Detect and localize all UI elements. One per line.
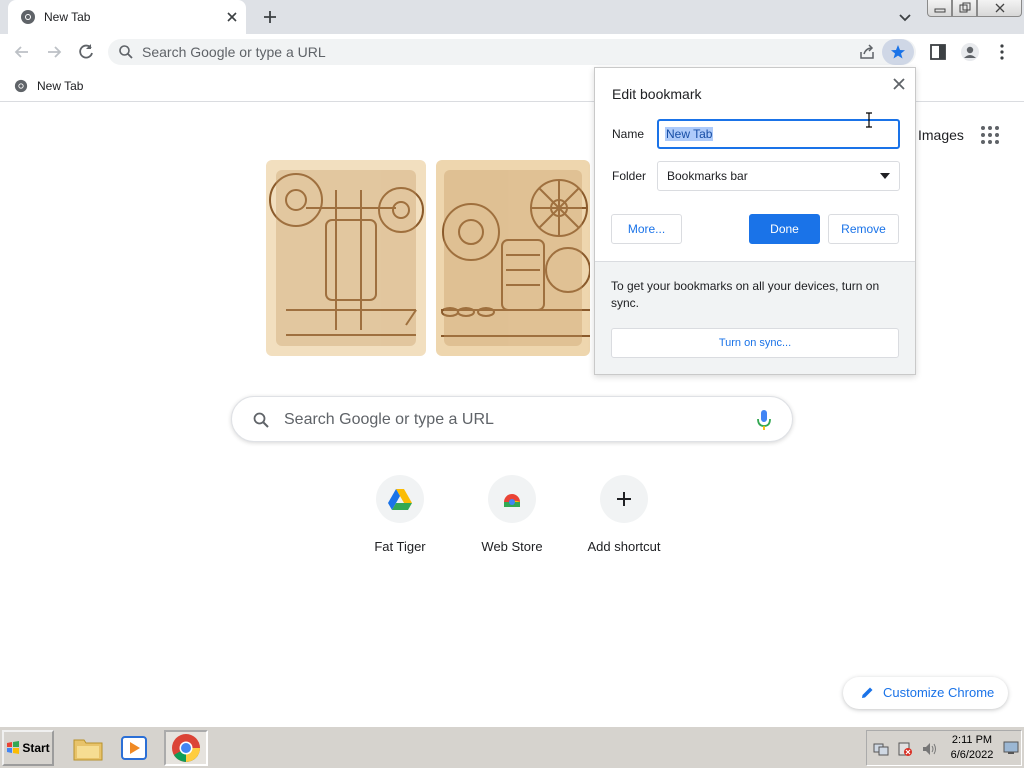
turn-on-sync-button[interactable]: Turn on sync...	[611, 328, 899, 358]
taskbar-file-explorer[interactable]	[66, 730, 110, 766]
taskbar-chrome[interactable]	[164, 730, 208, 766]
menu-kebab-icon[interactable]	[992, 42, 1012, 62]
sync-promo-text: To get your bookmarks on all your device…	[611, 279, 880, 310]
ntp-search-box[interactable]: Search Google or type a URL	[231, 396, 793, 442]
close-window-button[interactable]	[977, 0, 1022, 17]
system-tray: 2:11 PM 6/6/2022	[866, 730, 1022, 766]
volume-icon[interactable]	[921, 741, 937, 757]
bookmark-star-button[interactable]	[882, 39, 914, 65]
folder-icon	[73, 739, 103, 761]
share-icon[interactable]	[858, 43, 876, 61]
start-button[interactable]: Start	[2, 730, 54, 766]
shortcut-tile[interactable]: Web Store	[456, 475, 568, 565]
minimize-button[interactable]	[927, 0, 952, 17]
search-icon	[253, 412, 269, 428]
folder-select[interactable]: Bookmarks bar	[657, 161, 900, 191]
toolbar: Search Google or type a URL	[0, 34, 1024, 70]
folder-label: Folder	[612, 169, 647, 183]
minimize-icon	[934, 8, 945, 13]
reload-button[interactable]	[76, 42, 96, 62]
remove-button[interactable]: Remove	[828, 214, 899, 244]
shortcut-icon-circle	[600, 475, 648, 523]
forward-button[interactable]	[44, 42, 64, 62]
google-doodle[interactable]	[266, 160, 590, 356]
pencil-icon	[862, 687, 873, 698]
folder-value: Bookmarks bar	[667, 169, 748, 183]
shortcut-icon-circle	[376, 475, 424, 523]
security-alert-icon[interactable]	[897, 741, 913, 757]
show-desktop-icon[interactable]	[1003, 741, 1019, 755]
google-drive-icon	[388, 489, 412, 510]
star-icon	[891, 45, 905, 59]
google-apps-icon[interactable]	[980, 125, 1000, 145]
name-label: Name	[612, 127, 645, 141]
omnibox-placeholder: Search Google or type a URL	[142, 44, 326, 60]
tab-title: New Tab	[44, 10, 91, 24]
restore-icon	[959, 2, 970, 13]
close-icon[interactable]	[891, 76, 907, 92]
shortcut-label: Web Store	[481, 539, 543, 554]
microphone-icon[interactable]	[756, 409, 772, 431]
chrome-web-store-icon	[504, 494, 520, 507]
more-button[interactable]: More...	[611, 214, 682, 244]
search-placeholder: Search Google or type a URL	[284, 411, 494, 428]
shortcut-icon-circle	[488, 475, 536, 523]
close-icon	[995, 3, 1004, 13]
media-player-icon	[121, 736, 147, 760]
chrome-favicon-icon	[14, 79, 28, 93]
done-button[interactable]: Done	[749, 214, 820, 244]
customize-chrome-button[interactable]: Customize Chrome	[843, 677, 1008, 709]
images-link[interactable]: Images	[918, 127, 964, 143]
window-controls	[927, 0, 1022, 18]
taskbar: Start 2:11 PM 6/6/2022	[0, 725, 1024, 768]
omnibox[interactable]: Search Google or type a URL	[108, 39, 916, 65]
screen: New Tab Search Google or type a URL New …	[0, 0, 1024, 768]
bookmark-item-new-tab[interactable]: New Tab	[14, 77, 83, 95]
network-icon[interactable]	[873, 741, 889, 757]
dialog-title: Edit bookmark	[612, 86, 702, 102]
tab-new-tab[interactable]: New Tab	[8, 0, 246, 34]
dropdown-arrow-icon	[880, 173, 890, 179]
plus-icon	[617, 492, 631, 506]
start-label: Start	[22, 741, 50, 755]
clock-time: 2:11 PM	[951, 734, 993, 746]
add-shortcut-tile[interactable]: Add shortcut	[568, 475, 680, 565]
search-icon	[119, 45, 133, 59]
bookmark-name-value: New Tab	[665, 127, 714, 141]
close-tab-icon[interactable]	[224, 9, 240, 25]
restore-button[interactable]	[952, 0, 977, 17]
tab-search-chevron-icon[interactable]	[896, 8, 914, 26]
chrome-icon	[172, 734, 200, 762]
shortcut-label: Fat Tiger	[374, 539, 426, 554]
windows-logo-icon	[7, 741, 20, 754]
text-cursor-icon	[866, 112, 872, 128]
shortcut-tile[interactable]: Fat Tiger	[344, 475, 456, 565]
profile-avatar-icon[interactable]	[960, 42, 980, 62]
bookmark-label: New Tab	[37, 79, 84, 93]
chrome-favicon-icon	[21, 10, 35, 24]
clock-date: 6/6/2022	[950, 749, 994, 761]
customize-label: Customize Chrome	[883, 685, 995, 700]
back-button[interactable]	[12, 42, 32, 62]
sync-promo: To get your bookmarks on all your device…	[595, 261, 915, 374]
shortcut-label: Add shortcut	[587, 539, 661, 554]
new-tab-button[interactable]	[260, 7, 280, 27]
tab-strip: New Tab	[0, 0, 1024, 34]
taskbar-media-player[interactable]	[112, 730, 156, 766]
side-panel-icon[interactable]	[928, 42, 948, 62]
